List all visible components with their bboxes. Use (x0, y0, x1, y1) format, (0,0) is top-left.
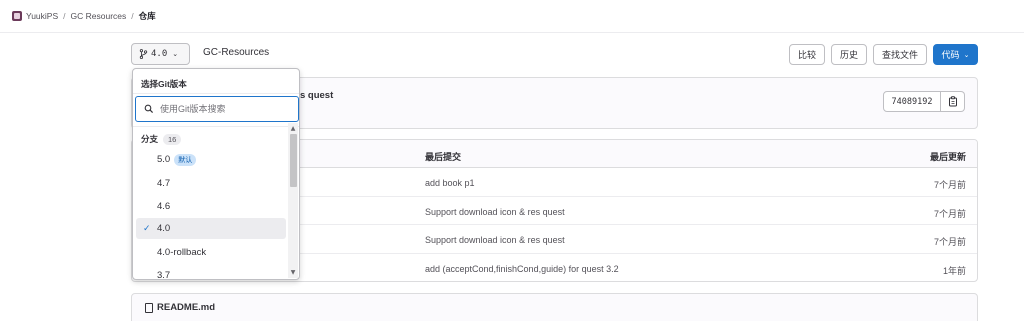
project-path-link[interactable]: GC-Resources (203, 47, 269, 58)
row-updated: 7个月前 (933, 180, 966, 190)
branch-icon (139, 49, 148, 59)
ref-dropdown: 选择Git版本 分支 16 5.0 默认 4.7 4.6 ✓ 4.0 4.0-r… (132, 68, 300, 280)
ref-option-label: 4.0-rollback (157, 247, 207, 258)
ref-search-input[interactable] (160, 104, 280, 114)
ref-option-5-0[interactable]: 5.0 默认 (136, 149, 286, 170)
row-updated: 7个月前 (933, 237, 966, 247)
last-commit-title[interactable]: s quest (300, 90, 333, 101)
check-icon: ✓ (143, 223, 151, 233)
breadcrumb-item-repository[interactable]: 仓库 (139, 10, 156, 22)
readme-panel (131, 293, 978, 321)
readme-title[interactable]: README.md (145, 302, 215, 313)
ref-dropdown-header: 选择Git版本 (141, 79, 187, 89)
ref-dropdown-scroll-thumb[interactable] (290, 134, 297, 187)
chevron-down-icon: ⌄ (963, 50, 970, 59)
history-button[interactable]: 历史 (831, 44, 867, 65)
divider (133, 93, 299, 94)
row-commit-message[interactable]: add book p1 (425, 178, 475, 188)
ref-option-4-6[interactable]: 4.6 (136, 196, 286, 217)
file-icon (145, 302, 153, 313)
project-avatar-icon (12, 11, 22, 21)
breadcrumb: YuukiPS / GC Resources / 仓库 (0, 0, 1024, 33)
commit-sha[interactable]: 74089192 (883, 91, 941, 112)
ref-option-label: 4.0 (157, 223, 171, 234)
compare-button[interactable]: 比较 (789, 44, 825, 65)
row-commit-message[interactable]: add (acceptCond,finishCond,guide) for qu… (425, 264, 619, 274)
chevron-down-icon: ⌄ (172, 50, 179, 58)
ref-option-3-7[interactable]: 3.7 (136, 265, 286, 280)
code-button-label: 代码 (941, 50, 960, 60)
breadcrumb-separator: / (131, 11, 134, 21)
code-dropdown-button[interactable]: 代码 ⌄ (933, 44, 978, 65)
ref-selector-button[interactable]: 4.0 ⌄ (131, 43, 190, 65)
ref-selector-label: 4.0 (151, 49, 168, 59)
ref-search-box[interactable] (135, 96, 299, 122)
default-badge: 默认 (174, 153, 197, 166)
breadcrumb-item-yuukips[interactable]: YuukiPS (26, 11, 58, 21)
copy-sha-button[interactable] (941, 91, 965, 112)
breadcrumb-item-gc-resources[interactable]: GC Resources (71, 11, 127, 21)
scroll-down-icon[interactable]: ▼ (288, 268, 298, 277)
ref-option-label: 3.7 (157, 270, 171, 280)
row-updated: 7个月前 (933, 208, 966, 219)
find-file-button[interactable]: 查找文件 (873, 44, 927, 65)
column-header-last-update: 最后更新 (929, 152, 966, 162)
ref-option-label: 4.6 (157, 201, 171, 212)
branches-group-label: 分支 16 (141, 133, 182, 145)
ref-option-label: 4.7 (157, 178, 171, 189)
copy-icon (948, 96, 957, 107)
row-updated: 1年前 (942, 265, 966, 276)
scroll-up-icon[interactable]: ▲ (288, 124, 298, 133)
group-label: 分支 (141, 134, 159, 144)
divider (133, 126, 299, 127)
row-commit-message[interactable]: Support download icon & res quest (425, 235, 565, 245)
branch-count-badge: 16 (163, 133, 182, 145)
readme-filename: README.md (157, 302, 216, 313)
column-header-last-commit: 最后提交 (425, 152, 462, 162)
ref-option-label: 5.0 (157, 154, 171, 165)
ref-option-4-0-rollback[interactable]: 4.0-rollback (136, 242, 286, 263)
row-commit-message[interactable]: Support download icon & res quest (425, 207, 565, 217)
ref-option-4-7[interactable]: 4.7 (136, 173, 286, 194)
ref-option-4-0[interactable]: ✓ 4.0 (136, 218, 286, 239)
search-icon (144, 104, 154, 114)
breadcrumb-separator: / (63, 11, 66, 21)
